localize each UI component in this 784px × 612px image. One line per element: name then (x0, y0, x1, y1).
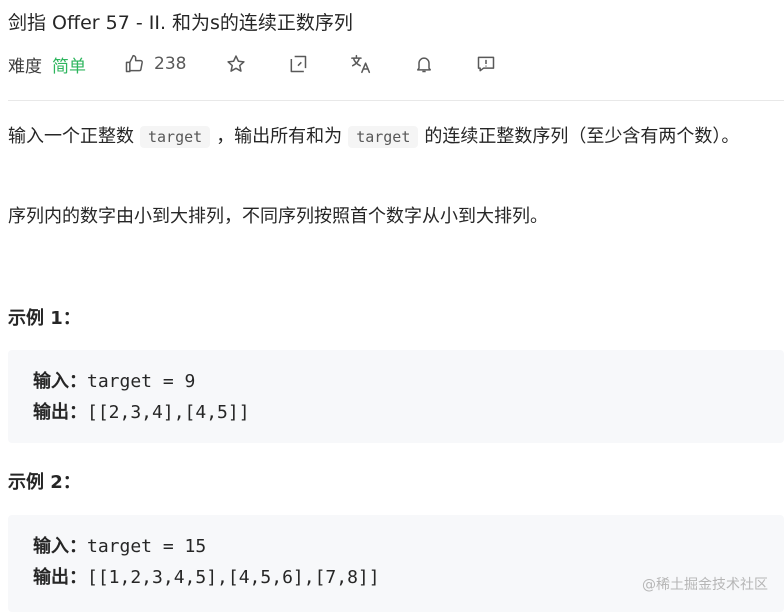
thumbs-up-icon (124, 54, 144, 74)
example-2-input: 输入：target = 15 (33, 531, 759, 562)
inline-code-target: target (348, 126, 419, 148)
description-text: 输入一个正整数 (8, 126, 134, 147)
output-value: [[2,3,4],[4,5]] (87, 402, 250, 423)
like-count: 238 (154, 54, 187, 74)
feedback-icon (476, 54, 496, 74)
translate-icon (350, 54, 372, 74)
output-label: 输出： (33, 567, 87, 588)
output-value: [[1,2,3,4,5],[4,5,6],[7,8]] (87, 567, 380, 588)
example-1-input: 输入：target = 9 (33, 366, 759, 397)
favorite-button[interactable] (226, 54, 246, 74)
bell-icon (414, 54, 434, 74)
inline-code-target: target (140, 126, 211, 148)
description-text: 的连续正整数序列（至少含有两个数）。 (424, 126, 740, 147)
description-paragraph-1: 输入一个正整数 target ，输出所有和为 target 的连续正整数序列（至少含有两… (8, 122, 778, 152)
example-2-code-block: 输入：target = 15 输出：[[1,2,3,4,5],[4,5,6],[… (8, 515, 784, 612)
example-1-title: 示例 1： (8, 308, 81, 329)
watermark: @稀土掘金技术社区 (642, 577, 768, 593)
problem-meta-bar: 难度 简单 238 (8, 50, 496, 78)
example-2-title: 示例 2： (8, 472, 81, 493)
example-1-code-block: 输入：target = 9 输出：[[2,3,4],[4,5]] (8, 350, 784, 443)
share-icon (288, 54, 308, 74)
example-1-output: 输出：[[2,3,4],[4,5]] (33, 397, 759, 428)
input-value: target = 9 (87, 371, 196, 392)
feedback-button[interactable] (476, 54, 496, 74)
share-button[interactable] (288, 54, 308, 74)
input-value: target = 15 (87, 536, 207, 557)
difficulty-badge: 简单 (52, 56, 86, 77)
output-label: 输出： (33, 402, 87, 423)
difficulty-label: 难度 (8, 56, 42, 77)
input-label: 输入： (33, 536, 87, 557)
description-text: ，输出所有和为 (216, 126, 343, 147)
description-paragraph-2: 序列内的数字由小到大排列，不同序列按照首个数字从小到大排列。 (8, 206, 548, 227)
like-button[interactable]: 238 (124, 54, 186, 74)
star-icon (226, 54, 246, 74)
problem-title: 剑指 Offer 57 - II. 和为s的连续正数序列 (8, 12, 353, 34)
translate-button[interactable] (350, 54, 372, 74)
header-divider (8, 100, 784, 101)
subscribe-button[interactable] (414, 54, 434, 74)
input-label: 输入： (33, 371, 87, 392)
